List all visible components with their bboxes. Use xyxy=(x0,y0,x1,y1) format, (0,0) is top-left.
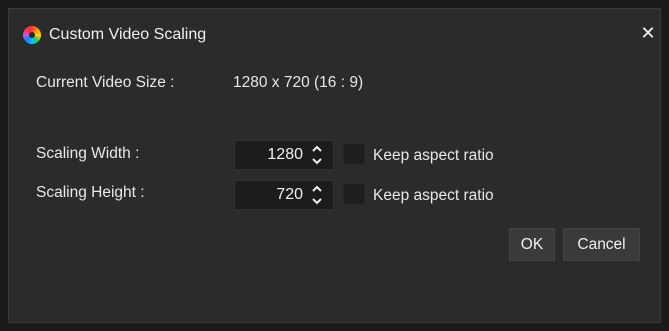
height-keep-aspect-checkbox[interactable] xyxy=(343,183,365,205)
scaling-width-label: Scaling Width : xyxy=(36,145,140,162)
scaling-height-label: Scaling Height : xyxy=(36,184,145,201)
increment-height-icon[interactable] xyxy=(311,184,323,194)
custom-video-scaling-dialog: Custom Video Scaling ✕ Current Video Siz… xyxy=(8,8,661,323)
cancel-button[interactable]: Cancel xyxy=(563,228,640,261)
scaling-width-input[interactable] xyxy=(235,141,307,169)
current-video-size-value: 1280 x 720 (16 : 9) xyxy=(233,74,364,91)
increment-width-icon[interactable] xyxy=(311,144,323,154)
width-keep-aspect-checkbox[interactable] xyxy=(343,143,365,165)
scaling-height-spinbox[interactable] xyxy=(234,180,334,210)
decrement-height-icon[interactable] xyxy=(311,196,323,206)
title-bar[interactable]: Custom Video Scaling ✕ xyxy=(9,9,660,54)
close-icon[interactable]: ✕ xyxy=(638,23,658,43)
ok-button[interactable]: OK xyxy=(509,228,555,261)
height-keep-aspect-label[interactable]: Keep aspect ratio xyxy=(373,187,494,205)
decrement-width-icon[interactable] xyxy=(311,156,323,166)
scaling-height-input[interactable] xyxy=(235,181,307,209)
scaling-width-spinbox[interactable] xyxy=(234,140,334,170)
color-wheel-icon xyxy=(23,26,41,44)
current-video-size-label: Current Video Size : xyxy=(36,74,175,91)
scaling-height-arrows xyxy=(309,184,325,206)
width-keep-aspect-label[interactable]: Keep aspect ratio xyxy=(373,147,494,165)
scaling-width-arrows xyxy=(309,144,325,166)
window-title: Custom Video Scaling xyxy=(49,26,207,43)
